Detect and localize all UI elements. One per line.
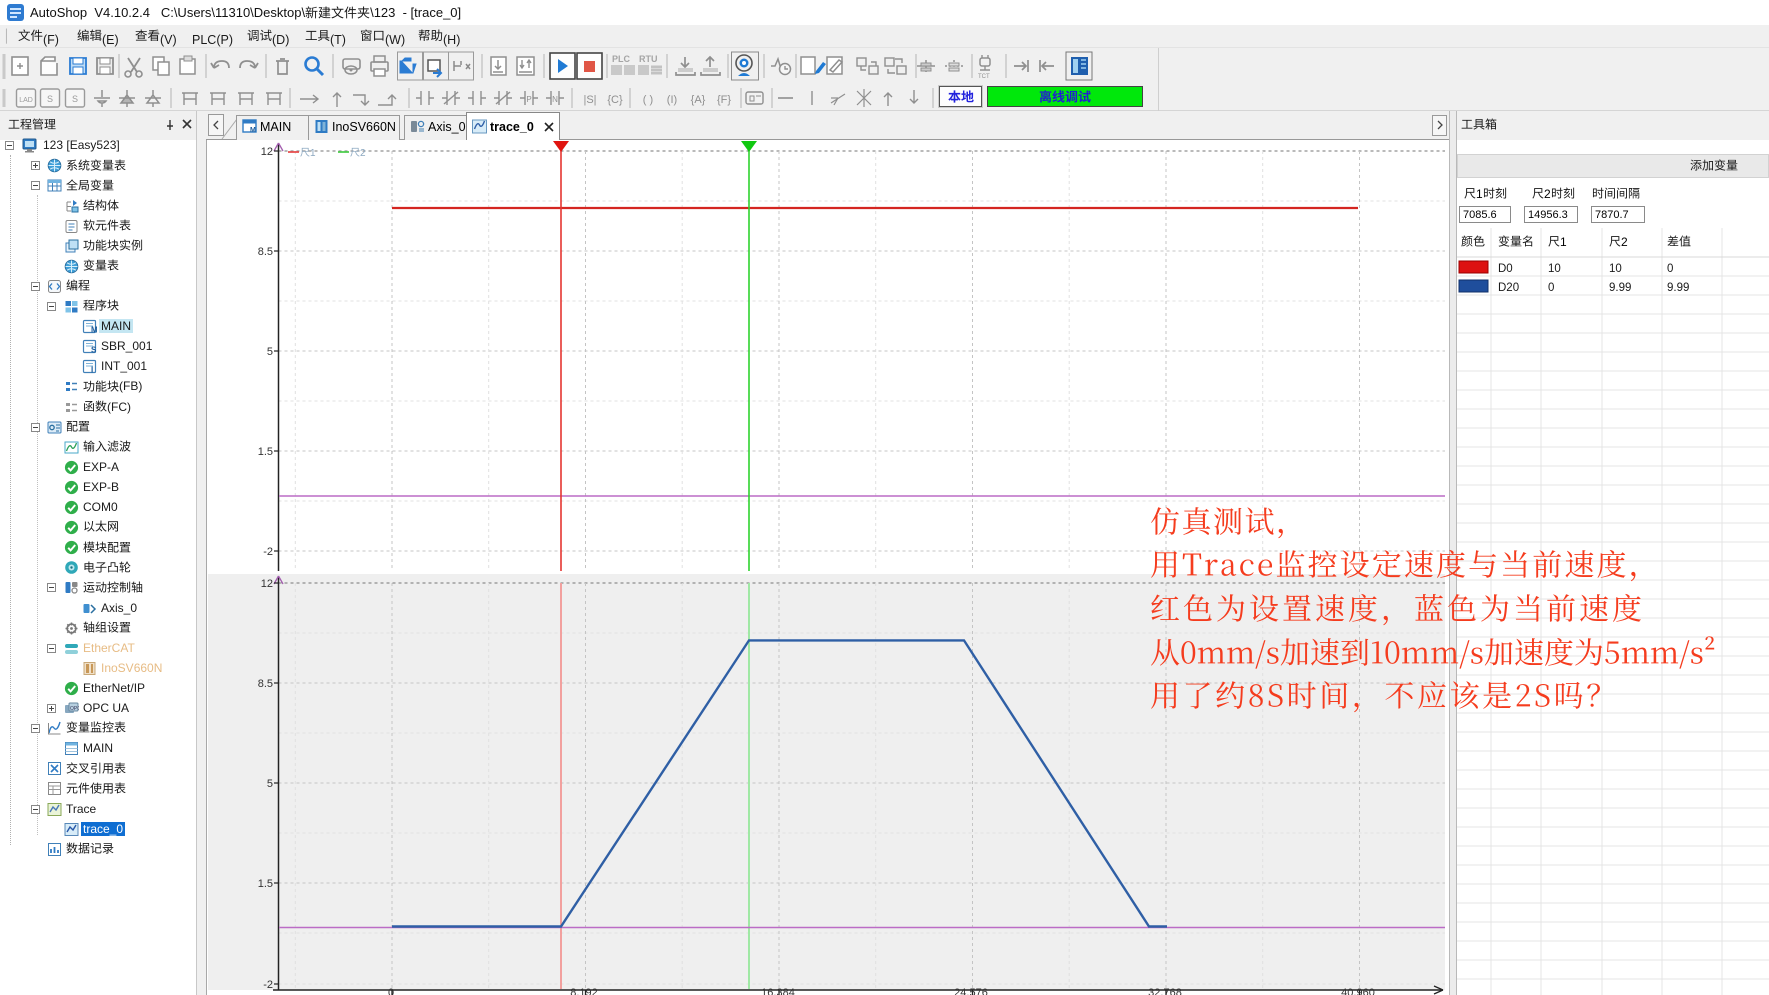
svg-text:PLC: PLC <box>612 54 631 64</box>
svg-text:0: 0 <box>1548 282 1554 294</box>
svg-text:RTU: RTU <box>639 54 658 64</box>
svg-text:M: M <box>250 127 256 134</box>
svg-text:10: 10 <box>1548 263 1561 275</box>
svg-text:1.5: 1.5 <box>258 878 273 890</box>
svg-text:{A}: {A} <box>691 94 706 106</box>
svg-text:0: 0 <box>1667 263 1673 275</box>
svg-text:-2: -2 <box>263 546 273 558</box>
svg-text:TCT: TCT <box>978 74 990 80</box>
svg-text:OPC: OPC <box>70 706 79 712</box>
svg-text:5: 5 <box>267 346 273 358</box>
svg-text:I: I <box>91 366 93 375</box>
svg-text:( ): ( ) <box>643 94 653 106</box>
svg-text:12: 12 <box>261 146 273 158</box>
svg-text:1.5: 1.5 <box>258 446 273 458</box>
svg-text:S: S <box>47 94 53 104</box>
svg-text:{C}: {C} <box>607 94 623 106</box>
svg-text:12: 12 <box>261 578 273 590</box>
svg-text:{F}: {F} <box>717 94 731 106</box>
svg-text:M: M <box>91 326 97 335</box>
svg-text:D0: D0 <box>1498 263 1513 275</box>
svg-text:S: S <box>91 346 97 355</box>
svg-text:LAD: LAD <box>19 97 33 104</box>
svg-text:10: 10 <box>1609 263 1622 275</box>
svg-text:9.99: 9.99 <box>1667 282 1689 294</box>
svg-text:D20: D20 <box>1498 282 1519 294</box>
svg-text:P: P <box>526 95 531 104</box>
svg-text:8.5: 8.5 <box>258 678 273 690</box>
svg-text:(I): (I) <box>667 94 677 106</box>
svg-text:|S|: |S| <box>583 94 596 106</box>
svg-text:-2: -2 <box>263 979 273 991</box>
svg-text:N: N <box>552 95 558 104</box>
svg-text:9.99: 9.99 <box>1609 282 1631 294</box>
svg-text:8.5: 8.5 <box>258 246 273 258</box>
svg-text:S: S <box>72 94 78 104</box>
svg-text:5: 5 <box>267 778 273 790</box>
